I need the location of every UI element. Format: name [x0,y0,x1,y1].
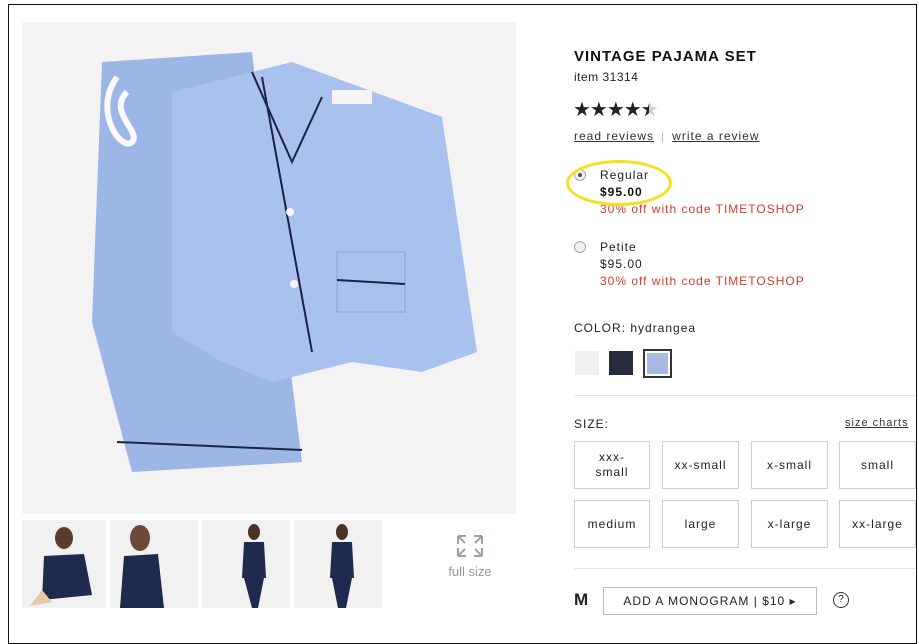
divider [574,568,915,569]
rating-stars: ★★★★★★ [573,99,659,121]
review-separator: | [661,129,666,143]
size-button-x-large[interactable]: x-large [751,500,828,548]
color-label: COLOR: hydrangea [574,321,697,335]
product-title: VINTAGE PAJAMA SET [574,48,757,65]
swatch-navy[interactable] [609,351,633,375]
item-number: item 31314 [574,70,639,84]
thumbnail-4[interactable] [294,520,382,608]
option-promo: 30% off with code TIMETOSHOP [600,274,805,288]
full-size-label: full size [448,564,492,579]
swatch-white[interactable] [575,351,599,375]
thumbnail-3[interactable] [202,520,290,608]
main-product-image[interactable] [22,22,516,514]
option-name: Petite [600,240,637,254]
half-star-icon: ★★ [640,99,659,121]
thumbnail-2[interactable] [110,520,198,608]
size-button-small[interactable]: small [839,441,916,489]
option-price: $95.00 [600,185,643,199]
radio-petite[interactable] [574,241,586,253]
thumbnail-1[interactable] [22,520,106,608]
radio-regular[interactable] [574,169,586,181]
monogram-icon: M [574,590,589,609]
review-links: read reviews | write a review [574,129,760,143]
size-label: SIZE: [574,417,610,431]
read-reviews-link[interactable]: read reviews [574,129,654,143]
option-price: $95.00 [600,257,643,271]
write-review-link[interactable]: write a review [672,129,759,143]
divider [574,395,915,396]
option-promo: 30% off with code TIMETOSHOP [600,202,805,216]
option-regular[interactable]: Regular $95.00 30% off with code TIMETOS… [574,167,805,218]
full-stars: ★★★★ [573,99,642,121]
size-button-xx-large[interactable]: xx-large [839,500,916,548]
option-name: Regular [600,168,650,182]
size-button-medium[interactable]: medium [574,500,650,548]
size-charts-link[interactable]: size charts [845,417,909,429]
size-button-large[interactable]: large [662,500,739,548]
expand-icon [457,535,483,557]
option-petite[interactable]: Petite $95.00 30% off with code TIMETOSH… [574,239,805,290]
full-size-button[interactable]: full size [432,534,508,579]
help-icon[interactable]: ? [833,592,849,608]
add-monogram-button[interactable]: ADD A MONOGRAM | $10 ▸ [603,587,817,615]
size-button-xxx-small[interactable]: xxx- small [574,441,650,489]
size-button-xx-small[interactable]: xx-small [662,441,739,489]
swatch-hydrangea[interactable] [643,349,672,378]
size-button-x-small[interactable]: x-small [751,441,828,489]
